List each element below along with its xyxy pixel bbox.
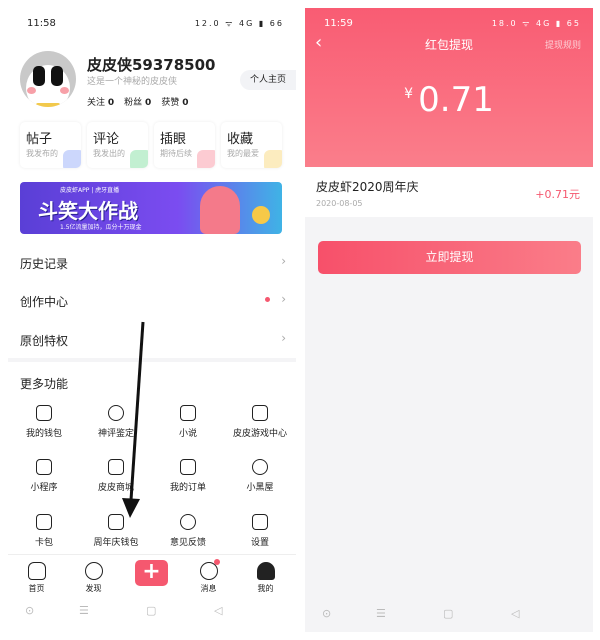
annotation-arrow — [122, 321, 145, 518]
